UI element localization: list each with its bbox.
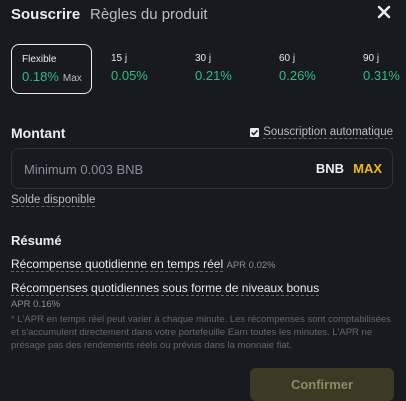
bonus-reward-label[interactable]: Récompenses quotidiennes sous forme de n… bbox=[11, 281, 320, 296]
term-30-days[interactable]: 30 j 0.21% bbox=[185, 44, 261, 94]
max-badge: Max bbox=[62, 73, 82, 84]
term-90-days[interactable]: 90 j 0.31% bbox=[353, 44, 406, 94]
term-rate: 0.26% bbox=[279, 68, 316, 83]
tab-subscribe[interactable]: Souscrire bbox=[11, 6, 80, 24]
term-flexible[interactable]: Flexible 0.18% Max bbox=[11, 44, 92, 94]
auto-subscribe-label: Souscription automatique bbox=[263, 126, 393, 139]
amount-input[interactable] bbox=[22, 149, 276, 190]
confirm-button[interactable]: Confirmer bbox=[250, 368, 394, 401]
daily-reward-label[interactable]: Récompense quotidienne en temps réel bbox=[11, 257, 224, 272]
term-days: 30 j bbox=[195, 53, 212, 64]
term-rate: 0.31% bbox=[363, 68, 400, 83]
term-15-days[interactable]: 15 j 0.05% bbox=[101, 44, 177, 94]
amount-label: Montant bbox=[11, 125, 66, 141]
term-days: 15 j bbox=[111, 53, 128, 64]
amount-field: BNB MAX bbox=[11, 148, 393, 190]
bonus-reward-apr: APR 0.16% bbox=[11, 299, 61, 310]
header: Souscrire Règles du produit bbox=[0, 0, 406, 32]
max-button[interactable]: MAX bbox=[353, 161, 382, 176]
available-balance-link[interactable]: Solde disponible bbox=[11, 194, 96, 207]
checkbox-checked-icon[interactable] bbox=[250, 128, 260, 137]
daily-reward-apr: APR 0.02% bbox=[226, 260, 276, 271]
apr-disclaimer: * L'APR en temps réel peut varier à chaq… bbox=[11, 314, 391, 351]
term-days: 90 j bbox=[363, 53, 380, 64]
term-days: 60 j bbox=[279, 53, 296, 64]
close-icon[interactable] bbox=[376, 4, 392, 20]
bonus-reward-row: Récompenses quotidiennes sous forme de n… bbox=[11, 281, 320, 296]
tab-product-rules[interactable]: Règles du produit bbox=[90, 6, 208, 24]
term-selector: Flexible 0.18% Max 15 j 0.05% 30 j 0.21% … bbox=[0, 44, 406, 96]
term-rate: 0.18% Max bbox=[22, 69, 82, 84]
term-rate: 0.21% bbox=[195, 68, 232, 83]
summary-title: Résumé bbox=[11, 233, 62, 248]
term-60-days[interactable]: 60 j 0.26% bbox=[269, 44, 345, 94]
term-days: Flexible bbox=[22, 54, 57, 65]
auto-subscribe-toggle[interactable]: Souscription automatique bbox=[250, 126, 393, 139]
term-rate: 0.05% bbox=[111, 68, 148, 83]
daily-reward-row: Récompense quotidienne en temps réel APR… bbox=[11, 257, 276, 272]
currency-unit: BNB bbox=[315, 161, 344, 176]
